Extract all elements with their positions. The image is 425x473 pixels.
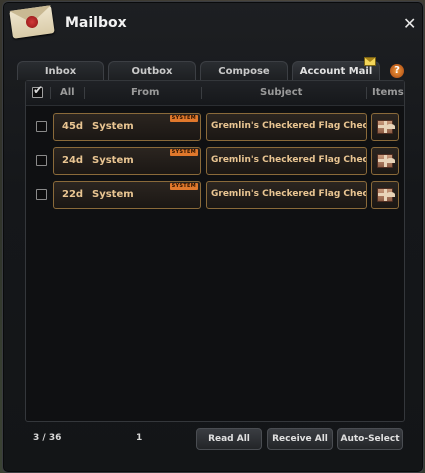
gift-box-icon (377, 154, 395, 168)
mail-subject: Gremlin's Checkered Flag Check-In Reward (211, 155, 367, 165)
gift-bow (386, 158, 395, 163)
header-items: Items (372, 87, 404, 98)
mail-subject: Gremlin's Checkered Flag Check-In Reward (211, 121, 367, 131)
mail-subject-cell[interactable]: Gremlin's Checkered Flag Check-In Reward (206, 147, 367, 175)
mail-from-cell[interactable]: 22d System SYSTEM (53, 181, 201, 209)
gift-box-icon (377, 120, 395, 134)
gift-bow (386, 192, 395, 197)
mail-attachment-slot[interactable] (371, 147, 399, 175)
checkmark-icon: ✔ (33, 83, 44, 97)
tab-inbox[interactable]: Inbox (17, 61, 104, 80)
mail-subject-cell[interactable]: Gremlin's Checkered Flag Check-In Reward (206, 113, 367, 141)
tab-compose[interactable]: Compose (200, 61, 288, 80)
gift-bow (386, 124, 395, 129)
header-divider (366, 87, 367, 99)
envelope-icon (9, 5, 55, 39)
wax-seal-icon (25, 15, 39, 29)
mail-list-panel: ✔ All From Subject Items 45d System SYST… (25, 80, 405, 422)
mail-attachment-slot[interactable] (371, 113, 399, 141)
mail-row[interactable]: 24d System SYSTEM Gremlin's Checkered Fl… (26, 147, 404, 175)
mail-sender: System (92, 121, 134, 132)
auto-select-button[interactable]: Auto-Select (337, 428, 403, 450)
mail-age: 24d (62, 155, 84, 166)
system-badge: SYSTEM (169, 183, 198, 190)
mail-list-header: ✔ All From Subject Items (26, 81, 404, 106)
help-icon[interactable]: ? (390, 64, 404, 78)
system-badge: SYSTEM (169, 149, 198, 156)
tab-outbox[interactable]: Outbox (108, 61, 196, 80)
mail-from-cell[interactable]: 45d System SYSTEM (53, 113, 201, 141)
mail-attachment-slot[interactable] (371, 181, 399, 209)
title-bar[interactable]: Mailbox ✕ (3, 2, 423, 46)
select-all-checkbox[interactable]: ✔ (32, 83, 43, 98)
mail-row-checkbox[interactable] (36, 155, 47, 166)
window-title: Mailbox (65, 15, 127, 31)
mail-row[interactable]: 45d System SYSTEM Gremlin's Checkered Fl… (26, 113, 404, 141)
receive-all-button[interactable]: Receive All (267, 428, 333, 450)
mailbox-window: Mailbox ✕ Inbox Outbox Compose Account M… (2, 1, 424, 473)
system-badge: SYSTEM (169, 115, 198, 122)
header-divider (84, 87, 85, 99)
header-subject: Subject (260, 87, 303, 98)
mail-sender: System (92, 189, 134, 200)
header-divider (201, 87, 202, 99)
new-mail-envelope-icon (364, 57, 376, 66)
header-from: From (131, 87, 160, 98)
close-icon[interactable]: ✕ (403, 14, 416, 33)
gift-box-icon (377, 188, 395, 202)
mail-row[interactable]: 22d System SYSTEM Gremlin's Checkered Fl… (26, 181, 404, 209)
mail-row-checkbox[interactable] (36, 121, 47, 132)
mail-age: 22d (62, 189, 84, 200)
header-divider (50, 87, 51, 99)
mail-subject-cell[interactable]: Gremlin's Checkered Flag Check-In Reward (206, 181, 367, 209)
mail-age: 45d (62, 121, 84, 132)
read-all-button[interactable]: Read All (196, 428, 262, 450)
mail-subject: Gremlin's Checkered Flag Check-In Reward (211, 189, 367, 199)
mail-from-cell[interactable]: 24d System SYSTEM (53, 147, 201, 175)
mail-row-checkbox[interactable] (36, 189, 47, 200)
mail-sender: System (92, 155, 134, 166)
page-number: 1 (136, 433, 143, 443)
header-all: All (60, 87, 75, 98)
mail-count: 3 / 36 (33, 433, 62, 443)
